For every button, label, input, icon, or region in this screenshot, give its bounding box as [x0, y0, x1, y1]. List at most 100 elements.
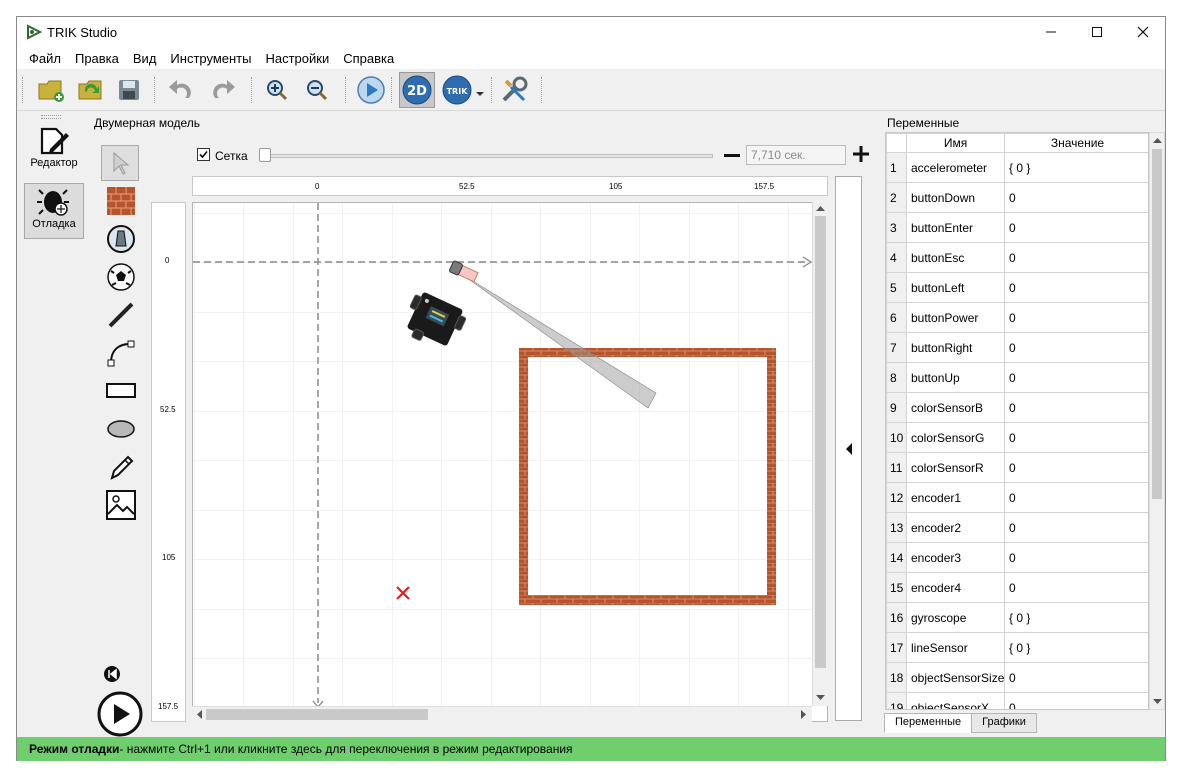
table-row[interactable]: 15 encoder4 0 — [886, 572, 1148, 603]
tab-graphs[interactable]: Графики — [971, 713, 1037, 733]
zoom-out-button[interactable] — [301, 74, 333, 106]
table-row[interactable]: 11 colorSensorR 0 — [886, 452, 1148, 483]
debug-mode-button[interactable]: Отладка — [24, 183, 84, 239]
menu-view[interactable]: Вид — [126, 51, 164, 66]
mode-2d-button[interactable]: 2D — [399, 72, 435, 108]
simulation-time-field[interactable]: 7,710 сек. — [746, 145, 846, 165]
reset-button[interactable] — [103, 665, 121, 686]
header-value[interactable]: Значение — [1004, 133, 1148, 153]
table-row[interactable]: 18 objectSensorSize 0 — [886, 662, 1148, 693]
variable-name: encoder4 — [906, 572, 1005, 603]
play-icon — [357, 76, 385, 104]
undo-button[interactable] — [165, 74, 197, 106]
table-row[interactable]: 14 encoder3 0 — [886, 542, 1148, 573]
model-panel-title: Двумерная модель — [94, 116, 201, 130]
menu-help[interactable]: Справка — [336, 51, 401, 66]
collapse-panel-button[interactable] — [835, 176, 862, 721]
play-simulation-button[interactable] — [97, 691, 143, 740]
table-row[interactable]: 10 colorSensorG 0 — [886, 422, 1148, 453]
table-row[interactable]: 6 buttonPower 0 — [886, 302, 1148, 333]
pencil-tool[interactable] — [101, 449, 141, 485]
curve-tool[interactable] — [101, 335, 141, 371]
toolbar-separator — [251, 77, 253, 103]
line-tool[interactable] — [101, 297, 141, 333]
variable-value: 0 — [1004, 272, 1148, 303]
minimize-button[interactable] — [1028, 17, 1074, 47]
wall-right[interactable] — [767, 348, 776, 605]
settings-tools-button[interactable] — [498, 74, 530, 106]
canvas-vertical-scrollbar[interactable] — [812, 202, 828, 706]
debug-bug-icon — [37, 189, 69, 216]
grid-checkbox[interactable] — [197, 148, 210, 164]
run-button[interactable] — [355, 74, 387, 106]
wall-bottom[interactable] — [519, 595, 776, 605]
save-button[interactable] — [113, 74, 145, 106]
robot-model-dropdown[interactable] — [475, 87, 485, 101]
skittle-tool[interactable] — [101, 221, 141, 257]
row-number: 15 — [886, 572, 907, 603]
toolbar-separator — [491, 77, 493, 103]
table-row[interactable]: 12 encoder1 0 — [886, 482, 1148, 513]
menu-tools[interactable]: Инструменты — [163, 51, 258, 66]
header-name[interactable]: Имя — [906, 133, 1005, 153]
maximize-button[interactable] — [1074, 17, 1120, 47]
maximize-icon — [1092, 27, 1102, 37]
variable-name: colorSensorB — [906, 392, 1005, 423]
table-row[interactable]: 1 accelerometer{ 0 } — [886, 152, 1148, 183]
wall-tool[interactable] — [101, 183, 141, 219]
ball-tool[interactable] — [101, 259, 141, 295]
time-increase-button[interactable] — [852, 145, 870, 166]
title-bar[interactable]: TRIK Studio — [17, 17, 1165, 47]
row-number: 8 — [886, 362, 907, 393]
wall-top[interactable] — [519, 348, 776, 357]
table-row[interactable]: 3 buttonEnter 0 — [886, 212, 1148, 243]
canvas-horizontal-scrollbar[interactable] — [192, 706, 812, 722]
row-number: 4 — [886, 242, 907, 273]
table-row[interactable]: 19 objectSensorX 0 — [886, 692, 1148, 709]
redo-button[interactable] — [207, 74, 239, 106]
rectangle-tool[interactable] — [101, 373, 141, 409]
open-project-button[interactable] — [75, 74, 107, 106]
ruler-top-label: 52.5 — [459, 182, 475, 191]
pointer-tool[interactable] — [101, 145, 139, 181]
robot-model-button[interactable]: TRIK — [441, 74, 473, 106]
table-row[interactable]: 13 encoder2 0 — [886, 512, 1148, 543]
scroll-down-icon — [1153, 699, 1162, 704]
time-decrease-button[interactable] — [724, 148, 740, 162]
table-row[interactable]: 8 buttonUp 0 — [886, 362, 1148, 393]
menu-settings[interactable]: Настройки — [258, 51, 336, 66]
scene-canvas[interactable] — [192, 202, 828, 722]
variable-value: 0 — [1004, 452, 1148, 483]
image-tool[interactable] — [101, 487, 141, 523]
ellipse-icon — [107, 420, 135, 438]
menu-edit[interactable]: Правка — [68, 51, 126, 66]
table-row[interactable]: 16 gyroscope{ 0 } — [886, 602, 1148, 633]
table-row[interactable]: 7 buttonRight 0 — [886, 332, 1148, 363]
row-number: 3 — [886, 212, 907, 243]
editor-mode-button[interactable]: Редактор — [24, 125, 84, 181]
wall-left[interactable] — [519, 348, 528, 605]
zoom-in-button[interactable] — [261, 74, 293, 106]
table-row[interactable]: 4 buttonEsc 0 — [886, 242, 1148, 273]
row-number: 2 — [886, 182, 907, 213]
status-bar[interactable]: Режим отладки - нажмите Ctrl+1 или кликн… — [17, 737, 1165, 761]
variable-value: 0 — [1004, 242, 1148, 273]
debug-mode-label: Отладка — [32, 218, 76, 230]
grid-size-slider[interactable] — [261, 154, 713, 158]
menu-file[interactable]: Файл — [22, 51, 68, 66]
vertical-scroll-thumb[interactable] — [815, 216, 826, 668]
table-row[interactable]: 5 buttonLeft 0 — [886, 272, 1148, 303]
variables-scrollbar[interactable] — [1149, 132, 1165, 710]
table-row[interactable]: 2 buttonDown 0 — [886, 182, 1148, 213]
row-number: 7 — [886, 332, 907, 363]
close-button[interactable] — [1120, 17, 1166, 47]
horizontal-scroll-thumb[interactable] — [206, 709, 428, 720]
table-row[interactable]: 9 colorSensorB 0 — [886, 392, 1148, 423]
tab-variables[interactable]: Переменные — [884, 713, 973, 733]
slider-handle[interactable] — [259, 148, 271, 162]
new-project-button[interactable] — [35, 74, 67, 106]
table-row[interactable]: 17 lineSensor{ 0 } — [886, 632, 1148, 663]
mode-2d-icon: 2D — [402, 75, 432, 105]
ellipse-tool[interactable] — [101, 411, 141, 447]
variables-scroll-thumb[interactable] — [1152, 149, 1162, 499]
